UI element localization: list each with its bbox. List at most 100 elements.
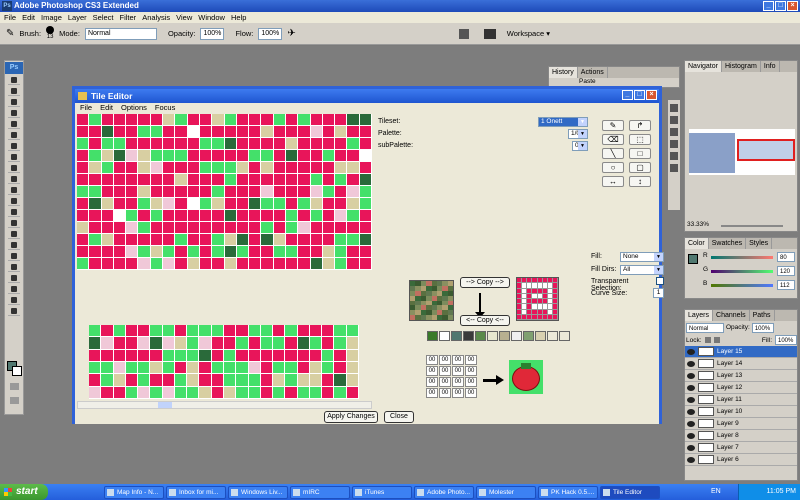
tile-cell[interactable] xyxy=(347,138,360,150)
tile-cell[interactable] xyxy=(162,386,175,399)
tile-cell[interactable] xyxy=(335,198,348,210)
tile-cell[interactable] xyxy=(359,114,372,126)
tile-cell[interactable] xyxy=(150,174,164,186)
tile-cell[interactable] xyxy=(285,198,299,210)
tile-cell[interactable] xyxy=(126,150,139,162)
tile-cell[interactable] xyxy=(310,198,323,210)
tile-cell[interactable] xyxy=(138,138,151,150)
tile-cell[interactable] xyxy=(211,349,224,362)
tile-cell[interactable] xyxy=(273,349,286,362)
healing-tool-icon[interactable] xyxy=(8,141,20,151)
tile-cell[interactable] xyxy=(310,162,323,174)
tile-cell[interactable] xyxy=(89,198,102,210)
tile-cell[interactable] xyxy=(113,222,127,234)
tile-cell[interactable] xyxy=(199,210,213,222)
minimize-button[interactable]: _ xyxy=(763,1,774,11)
eraser-tool-icon[interactable] xyxy=(8,185,20,195)
tile-cell[interactable] xyxy=(150,246,164,258)
palette-swatch[interactable] xyxy=(499,331,510,341)
tile-cell[interactable] xyxy=(261,174,274,186)
tile-index-cell[interactable]: 00 xyxy=(465,355,477,365)
tile-cell[interactable] xyxy=(273,138,286,150)
taskbar-item[interactable]: Molester xyxy=(476,485,536,499)
tab-color[interactable]: Color xyxy=(685,238,709,249)
taskbar-item[interactable]: iTunes xyxy=(352,485,412,499)
flow-field[interactable]: 100% xyxy=(258,27,283,40)
tile-cell[interactable] xyxy=(273,150,286,162)
tile-cell[interactable] xyxy=(309,325,323,338)
tile-cell[interactable] xyxy=(113,349,126,362)
tile-cell[interactable] xyxy=(335,186,348,198)
hand-tool-icon[interactable] xyxy=(8,295,20,305)
tile-cell[interactable] xyxy=(273,246,286,258)
panel-icon[interactable] xyxy=(670,140,678,148)
tile-cell[interactable] xyxy=(187,349,200,362)
tile-cell[interactable] xyxy=(309,349,323,362)
tile-cell[interactable] xyxy=(163,138,176,150)
tile-cell[interactable] xyxy=(298,234,311,246)
tile-cell[interactable] xyxy=(322,234,336,246)
tile-cell[interactable] xyxy=(273,174,286,186)
tile-cell[interactable] xyxy=(199,198,213,210)
tile-cell[interactable] xyxy=(175,246,188,258)
tile-cell[interactable] xyxy=(113,337,126,350)
tile-cell[interactable] xyxy=(113,258,127,270)
tile-cell[interactable] xyxy=(126,234,139,246)
tile-cell[interactable] xyxy=(359,138,372,150)
tile-cell[interactable] xyxy=(260,386,274,399)
b-slider[interactable] xyxy=(711,284,773,287)
tile-cell[interactable] xyxy=(335,174,348,186)
r-field[interactable]: 80 xyxy=(777,252,795,262)
tile-cell[interactable] xyxy=(150,234,164,246)
zoom-tool-icon[interactable] xyxy=(8,306,20,316)
tile-cell[interactable] xyxy=(199,234,213,246)
tile-cell[interactable] xyxy=(187,198,200,210)
tile-cell[interactable] xyxy=(298,186,311,198)
tile-cell[interactable] xyxy=(101,374,114,387)
tile-cell[interactable] xyxy=(224,150,237,162)
tile-cell[interactable] xyxy=(175,114,188,126)
tile-cell[interactable] xyxy=(310,114,323,126)
fill-opacity-field[interactable]: 100% xyxy=(775,335,797,345)
tile-cell[interactable] xyxy=(174,386,188,399)
palette-swatch[interactable] xyxy=(427,331,438,341)
palette-swatch[interactable] xyxy=(451,331,462,341)
flip-h-icon[interactable]: ↔ xyxy=(602,176,624,187)
tile-cell[interactable] xyxy=(297,337,310,350)
tile-cell[interactable] xyxy=(298,210,311,222)
tile-index-cell[interactable]: 00 xyxy=(465,388,477,398)
tile-cell[interactable] xyxy=(273,186,286,198)
tile-index-cell[interactable]: 00 xyxy=(439,355,451,365)
tile-cell[interactable] xyxy=(101,325,114,338)
tile-cell[interactable] xyxy=(199,138,213,150)
tile-cell[interactable] xyxy=(101,138,114,150)
tile-cell[interactable] xyxy=(138,337,151,350)
tile-cell[interactable] xyxy=(322,361,335,375)
tile-cell[interactable] xyxy=(236,258,250,270)
tile-cell[interactable] xyxy=(138,126,151,138)
tile-cell[interactable] xyxy=(113,386,126,399)
tile-cell[interactable] xyxy=(89,186,102,198)
fill-dirs-select[interactable]: All ▼ xyxy=(620,265,664,275)
tile-cell[interactable] xyxy=(101,150,114,162)
arrangement-grid[interactable] xyxy=(89,325,359,399)
eyedropper-tool-icon[interactable] xyxy=(8,284,20,294)
layer-row[interactable]: Layer 15 xyxy=(685,346,797,358)
tile-cell[interactable] xyxy=(174,349,188,362)
tile-cell[interactable] xyxy=(163,234,176,246)
tile-cell[interactable] xyxy=(297,374,310,387)
tile-cell[interactable] xyxy=(199,222,213,234)
tile-cell[interactable] xyxy=(347,198,360,210)
tile-cell[interactable] xyxy=(334,374,347,387)
layer-row[interactable]: Layer 14 xyxy=(685,358,797,370)
tile-cell[interactable] xyxy=(310,186,323,198)
tile-cell[interactable] xyxy=(126,210,139,222)
tile-cell[interactable] xyxy=(77,138,90,150)
tile-cell[interactable] xyxy=(285,325,298,338)
tile-cell[interactable] xyxy=(224,198,237,210)
layer-row[interactable]: Layer 12 xyxy=(685,382,797,394)
tile-cell[interactable] xyxy=(236,150,250,162)
tile-cell[interactable] xyxy=(261,186,274,198)
tile-cell[interactable] xyxy=(322,138,336,150)
r-slider[interactable] xyxy=(711,256,773,259)
